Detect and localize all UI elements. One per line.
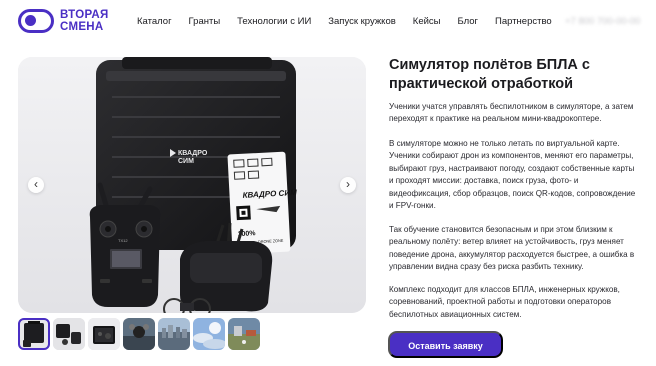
product-description-3: Так обучение становится безопасным и при…	[389, 225, 635, 272]
product-description-4: Комплекс подходит для классов БПЛА, инже…	[389, 285, 620, 319]
nav-grants[interactable]: Гранты	[189, 16, 221, 27]
site-header: ВТОРАЯ СМЕНА Каталог Гранты Технологии с…	[0, 0, 656, 44]
nav-ai-tech[interactable]: Технологии с ИИ	[237, 16, 311, 27]
nav-partnership[interactable]: Партнерство	[495, 16, 552, 27]
brand-logo[interactable]: ВТОРАЯ СМЕНА	[18, 9, 109, 33]
gallery-next-icon[interactable]: ›	[340, 177, 356, 193]
logo-line-1: ВТОРАЯ	[60, 9, 109, 21]
product-description-2: В симуляторе можно не только летать по в…	[389, 139, 636, 211]
thumbnail-7[interactable]	[228, 318, 260, 350]
thumbnail-4[interactable]	[123, 318, 155, 350]
product-photo: КВАДРО СИМ КВАДРО СИМ 100% DRONE ZONE TX…	[18, 57, 366, 313]
product-description-1: Ученики учатся управлять беспилотником в…	[389, 102, 634, 124]
gallery-thumbnails	[18, 318, 260, 350]
product-gallery-main-image[interactable]: КВАДРО СИМ КВАДРО СИМ 100% DRONE ZONE TX…	[18, 57, 366, 313]
product-title: Симулятор полётов БПЛА с практической от…	[389, 57, 590, 92]
nav-cases[interactable]: Кейсы	[413, 16, 441, 27]
submit-request-button[interactable]: Оставить заявку	[388, 331, 503, 358]
header-phone[interactable]: +7 800 700-00-00	[565, 16, 640, 27]
gallery-prev-icon[interactable]: ‹	[28, 177, 44, 193]
logo-icon	[18, 9, 54, 33]
nav-launch-clubs[interactable]: Запуск кружков	[328, 16, 396, 27]
svg-text:TX12: TX12	[118, 238, 128, 243]
thumbnail-6[interactable]	[193, 318, 225, 350]
nav-catalog[interactable]: Каталог	[137, 16, 172, 27]
logo-line-2: СМЕНА	[60, 21, 104, 33]
thumbnail-3[interactable]	[88, 318, 120, 350]
thumbnail-2[interactable]	[53, 318, 85, 350]
logo-text: ВТОРАЯ СМЕНА	[60, 9, 109, 33]
nav-blog[interactable]: Блог	[457, 16, 478, 27]
main-nav: Каталог Гранты Технологии с ИИ Запуск кр…	[137, 16, 569, 27]
thumbnail-5[interactable]	[158, 318, 190, 350]
thumbnail-1[interactable]	[18, 318, 50, 350]
